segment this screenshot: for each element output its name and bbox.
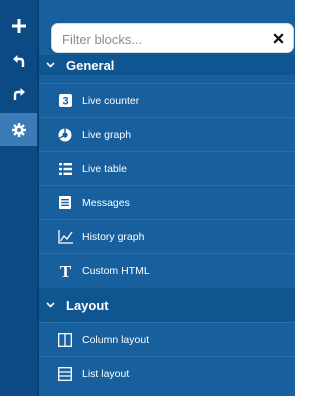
redo-icon — [12, 87, 26, 101]
settings-button[interactable] — [0, 113, 37, 146]
list-table-icon — [57, 161, 73, 177]
plus-icon — [11, 18, 26, 33]
block-label: Messages — [82, 196, 130, 209]
undo-icon — [12, 54, 26, 68]
block-item-live-counter[interactable]: 3 Live counter — [39, 83, 295, 117]
chevron-down-icon — [46, 302, 55, 308]
block-item-column-layout[interactable]: Column layout — [39, 322, 295, 356]
group-title: General — [66, 57, 115, 73]
pie-chart-icon — [57, 127, 73, 143]
block-label: Column layout — [82, 333, 150, 346]
redo-button[interactable] — [0, 77, 37, 110]
svg-text:3: 3 — [62, 96, 68, 108]
undo-button[interactable] — [0, 44, 37, 77]
block-label: Live counter — [82, 94, 140, 107]
block-item-live-table[interactable]: Live table — [39, 151, 295, 185]
message-list-icon — [57, 195, 73, 211]
text-t-icon: T — [57, 263, 73, 279]
filter-box — [51, 23, 294, 53]
block-label: Live table — [82, 162, 127, 175]
blocks-panel: General 3 Live counter Live graph Live t… — [39, 0, 295, 396]
number-3-icon: 3 — [57, 93, 73, 109]
group-title: Layout — [66, 297, 109, 313]
filter-input[interactable] — [62, 30, 257, 48]
block-item-list-layout[interactable]: List layout — [39, 356, 295, 390]
left-toolbar — [0, 0, 37, 396]
block-label: History graph — [82, 230, 145, 243]
group-header-layout[interactable]: Layout — [39, 288, 295, 322]
columns-icon — [57, 332, 73, 348]
svg-text:T: T — [59, 264, 71, 278]
block-item-history-graph[interactable]: History graph — [39, 219, 295, 253]
block-item-live-graph[interactable]: Live graph — [39, 117, 295, 151]
block-label: Custom HTML — [82, 264, 150, 277]
group-header-general[interactable]: General — [39, 55, 295, 75]
add-button[interactable] — [0, 9, 37, 42]
rows-icon — [57, 366, 73, 382]
chevron-down-icon — [46, 62, 55, 68]
gear-icon — [11, 122, 26, 137]
line-chart-icon — [57, 229, 73, 245]
block-label: List layout — [82, 367, 130, 380]
block-label: Live graph — [82, 128, 132, 141]
block-item-custom-html[interactable]: T Custom HTML — [39, 253, 295, 287]
block-item-messages[interactable]: Messages — [39, 185, 295, 219]
close-icon[interactable] — [271, 31, 285, 45]
